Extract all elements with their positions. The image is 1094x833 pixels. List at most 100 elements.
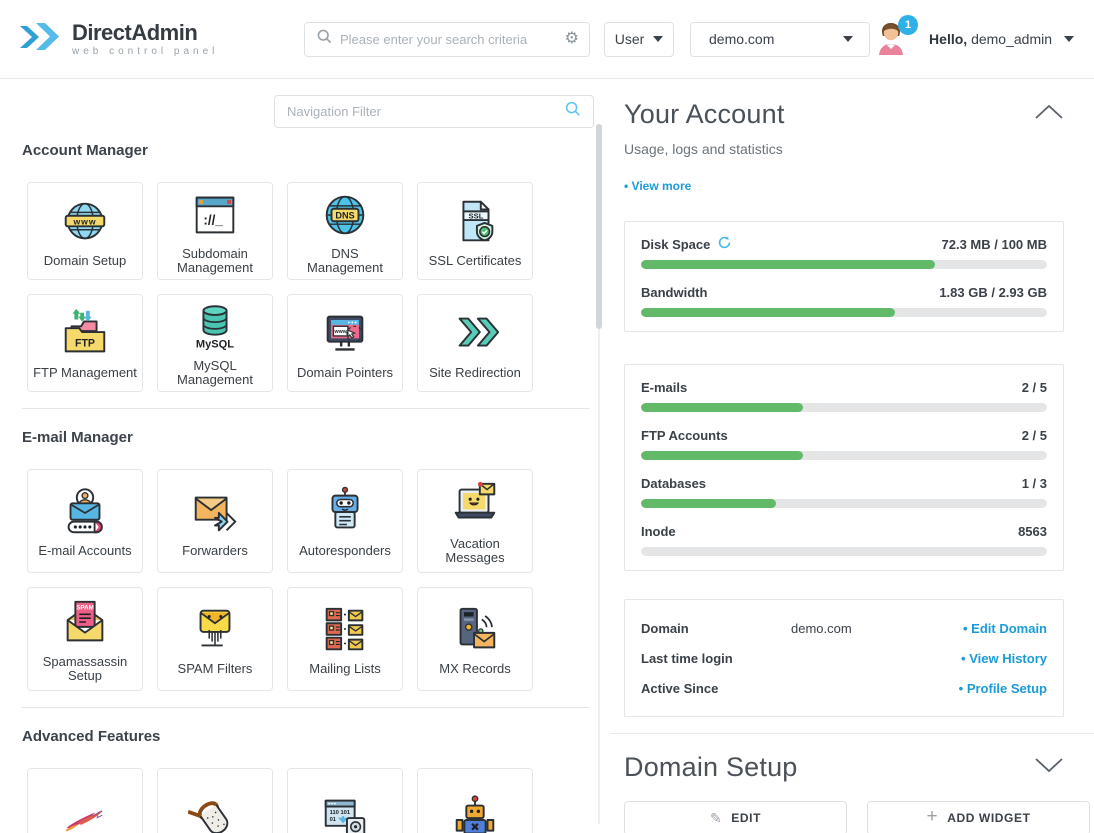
navigation-filter-input[interactable] xyxy=(287,104,557,119)
directadmin-logo[interactable]: DirectAdmin web control panel xyxy=(18,17,304,62)
usage-card-1: Disk Space72.3 MB / 100 MBBandwidth1.83 … xyxy=(624,221,1064,332)
search-input[interactable] xyxy=(340,32,557,47)
greeting-hello: Hello, xyxy=(929,31,967,47)
tile-forwarders[interactable]: Forwarders xyxy=(157,469,273,573)
tile-dns-management[interactable]: DNSDNS Management xyxy=(287,182,403,280)
tile-label: MySQL Management xyxy=(162,359,268,387)
progress-fill xyxy=(641,308,895,317)
tile-mx-records[interactable]: MX Records xyxy=(417,587,533,691)
info-value: demo.com xyxy=(791,621,963,636)
usage-label-row: Databases1 / 3 xyxy=(641,475,1047,492)
tile-label: E-mail Accounts xyxy=(38,544,131,558)
www-globe-icon: www xyxy=(58,195,112,249)
usage-card-2: E-mails2 / 5 FTP Accounts2 / 5 Databases1 … xyxy=(624,364,1064,571)
progress-track xyxy=(641,308,1047,317)
usage-row-ftp-accounts: FTP Accounts2 / 5 xyxy=(641,427,1047,460)
usage-label-group: E-mails xyxy=(641,380,687,395)
edit-button[interactable]: ✎ EDIT xyxy=(624,801,847,833)
tile-label: Mailing Lists xyxy=(309,662,381,676)
view-more-link[interactable]: • View more xyxy=(624,179,1094,193)
scrollbar-thumb[interactable] xyxy=(596,124,602,329)
tile-label: Autoresponders xyxy=(299,544,391,558)
access-level-select[interactable]: User xyxy=(604,22,674,57)
tile-filter-net-icon[interactable] xyxy=(157,768,273,833)
usage-value: 72.3 MB / 100 MB xyxy=(942,237,1048,252)
progress-fill xyxy=(641,403,803,412)
tile-ssl-certificates[interactable]: SSL SSL Certificates xyxy=(417,182,533,280)
tile-cron-robot-icon[interactable] xyxy=(417,768,533,833)
filter-net-icon xyxy=(188,793,242,833)
gear-icon[interactable]: ⚙ xyxy=(565,31,579,47)
info-label: Active Since xyxy=(641,681,791,696)
progress-track xyxy=(641,403,1047,412)
tile-apache-feather-icon[interactable] xyxy=(27,768,143,833)
section-title-advanced-features: Advanced Features xyxy=(22,728,590,745)
dns-globe-icon: DNS xyxy=(318,188,372,242)
account-panel: Your Account Usage, logs and statistics … xyxy=(610,79,1094,833)
tile-label: Domain Pointers xyxy=(297,366,393,380)
plus-icon: + xyxy=(926,806,938,828)
tile-domain-setup[interactable]: wwwDomain Setup xyxy=(27,182,143,280)
tile-mysql-management[interactable]: MySQLMySQL Management xyxy=(157,294,273,392)
tile-grid-advanced-features: 110 10101 xyxy=(27,768,590,833)
tile-autoresponders[interactable]: Autoresponders xyxy=(287,469,403,573)
section-advanced-features: Advanced Features 110 10101 xyxy=(22,707,590,833)
avatar: 1 xyxy=(875,22,907,56)
ftp-folder-icon: FTP xyxy=(58,307,112,361)
refresh-icon[interactable] xyxy=(718,236,731,254)
vacation-laptop-icon xyxy=(448,478,502,532)
domain-info-card: Domaindemo.com• Edit DomainLast time log… xyxy=(624,599,1064,717)
progress-fill xyxy=(641,499,776,508)
notification-badge[interactable]: 1 xyxy=(898,15,918,35)
tile-spam-filters[interactable]: SPAM Filters xyxy=(157,587,273,691)
link-view-history[interactable]: • View History xyxy=(961,651,1047,666)
usage-label: Inode xyxy=(641,524,676,539)
forward-envelope-icon xyxy=(188,485,242,539)
tile-label: SSL Certificates xyxy=(429,254,522,268)
domain-pointer-monitor-icon: www xyxy=(318,307,372,361)
usage-label-row: E-mails2 / 5 xyxy=(641,379,1047,396)
tile-ftp-management[interactable]: FTPFTP Management xyxy=(27,294,143,392)
usage-row-databases: Databases1 / 3 xyxy=(641,475,1047,508)
search-icon xyxy=(317,29,332,49)
navigation-filter xyxy=(274,95,594,128)
tile-mailing-lists[interactable]: Mailing Lists xyxy=(287,587,403,691)
info-label: Last time login xyxy=(641,651,791,666)
svg-text:110 101: 110 101 xyxy=(330,810,351,816)
tile-spamassassin-setup[interactable]: SPAMSpamassassin Setup xyxy=(27,587,143,691)
progress-fill xyxy=(641,451,803,460)
spam-letter-envelope-icon: SPAM xyxy=(58,596,112,650)
collapse-chevron-up-icon[interactable] xyxy=(1034,104,1064,125)
cron-robot-icon xyxy=(448,793,502,833)
usage-row-bandwidth: Bandwidth1.83 GB / 2.93 GB xyxy=(641,284,1047,317)
site-backup-icon: 110 10101 xyxy=(318,793,372,833)
link-edit-domain[interactable]: • Edit Domain xyxy=(963,621,1047,636)
tile-label: MX Records xyxy=(439,662,511,676)
svg-text:SPAM: SPAM xyxy=(76,604,94,611)
tile-subdomain-management[interactable]: ://_Subdomain Management xyxy=(157,182,273,280)
tile-label: Forwarders xyxy=(182,544,248,558)
section-title-e-mail-manager: E-mail Manager xyxy=(22,429,590,446)
info-row-last-time-login: Last time login • View History xyxy=(641,648,1047,668)
link-profile-setup[interactable]: • Profile Setup xyxy=(959,681,1047,696)
usage-label-row: Inode8563 xyxy=(641,523,1047,540)
tile-site-redirection[interactable]: Site Redirection xyxy=(417,294,533,392)
add-widget-button[interactable]: + ADD WIDGET xyxy=(867,801,1090,833)
ssl-certificate-icon: SSL xyxy=(448,195,502,249)
svg-text:FTP: FTP xyxy=(75,337,95,349)
navigation-panel: Account ManagerwwwDomain Setup://_Subdom… xyxy=(0,79,610,833)
add-widget-button-label: ADD WIDGET xyxy=(947,811,1030,825)
tile-domain-pointers[interactable]: www Domain Pointers xyxy=(287,294,403,392)
tile-e-mail-accounts[interactable]: E-mail Accounts xyxy=(27,469,143,573)
access-level-value: User xyxy=(615,31,645,47)
tile-site-backup-icon[interactable]: 110 10101 xyxy=(287,768,403,833)
tile-label: SPAM Filters xyxy=(178,662,253,676)
greeting-username: demo_admin xyxy=(971,31,1052,47)
tile-vacation-messages[interactable]: Vacation Messages xyxy=(417,469,533,573)
usage-value: 1 / 3 xyxy=(1022,476,1047,491)
email-account-icon xyxy=(58,485,112,539)
expand-chevron-down-icon[interactable] xyxy=(1034,757,1064,778)
domain-select[interactable]: demo.com xyxy=(690,22,870,57)
browser-url-icon: ://_ xyxy=(188,188,242,242)
profile-menu[interactable]: 1 Hello, demo_admin xyxy=(875,22,1074,56)
